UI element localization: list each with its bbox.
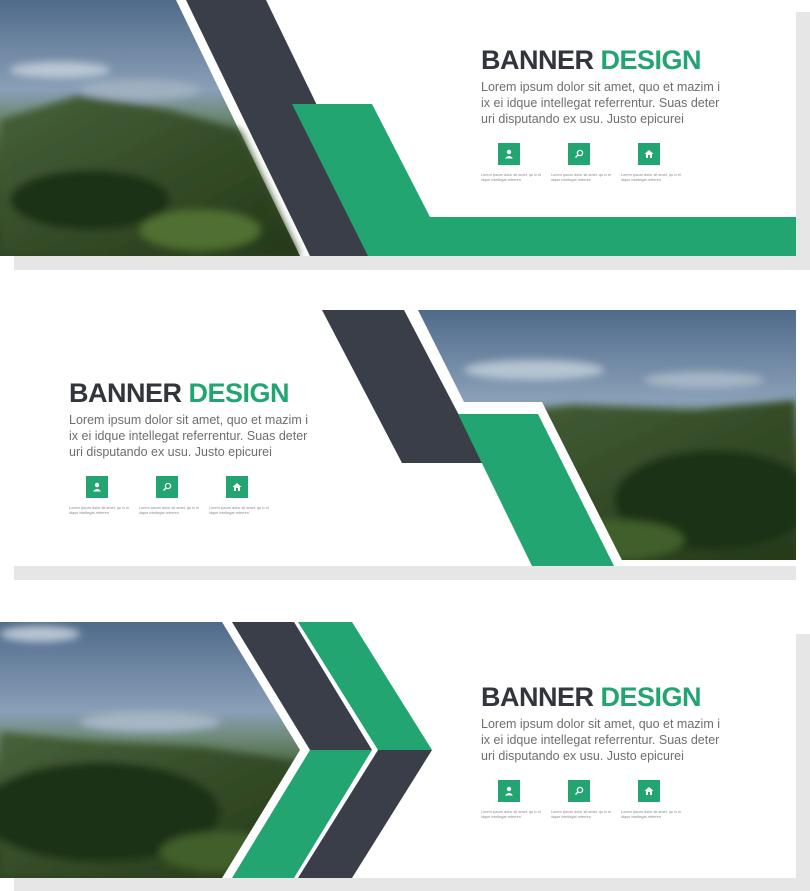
search-icon[interactable] [156, 476, 178, 498]
banner-title: BANNER DESIGN [69, 378, 319, 408]
feature-item: Lorem ipsum dolor sit amet, qu ix ei idq… [621, 143, 691, 183]
user-icon[interactable] [498, 780, 520, 802]
banner-text: BANNER DESIGN Lorem ipsum dolor sit amet… [481, 45, 731, 127]
feature-caption: Lorem ipsum dolor sit amet, qu ix ei idq… [209, 506, 269, 515]
banner-graphics [0, 0, 796, 256]
feature-caption: Lorem ipsum dolor sit amet, qu ix ei idq… [481, 173, 541, 182]
feature-item: Lorem ipsum dolor sit amet, qu ix ei idq… [551, 143, 621, 183]
feature-icons: Lorem ipsum dolor sit amet, qu ix ei idq… [481, 143, 691, 183]
search-icon[interactable] [568, 780, 590, 802]
banner-text: BANNER DESIGN Lorem ipsum dolor sit amet… [69, 378, 319, 460]
user-icon[interactable] [86, 476, 108, 498]
banner-text: BANNER DESIGN Lorem ipsum dolor sit amet… [481, 682, 731, 764]
banner-title: BANNER DESIGN [481, 45, 731, 75]
feature-item: Lorem ipsum dolor sit amet, qu ix ei idq… [69, 476, 139, 516]
banner-description: Lorem ipsum dolor sit amet, quo et mazim… [481, 80, 720, 126]
search-icon[interactable] [568, 143, 590, 165]
feature-caption: Lorem ipsum dolor sit amet, qu ix ei idq… [69, 506, 129, 515]
banner-2: BANNER DESIGN Lorem ipsum dolor sit amet… [0, 310, 810, 580]
title-accent: DESIGN [188, 378, 290, 408]
feature-item: Lorem ipsum dolor sit amet, qu ix ei idq… [139, 476, 209, 516]
feature-caption: Lorem ipsum dolor sit amet, qu ix ei idq… [139, 506, 199, 515]
feature-icons: Lorem ipsum dolor sit amet, qu ix ei idq… [481, 780, 691, 820]
feature-item: Lorem ipsum dolor sit amet, qu ix ei idq… [209, 476, 279, 516]
feature-caption: Lorem ipsum dolor sit amet, qu ix ei idq… [551, 173, 611, 182]
banner-description: Lorem ipsum dolor sit amet, quo et mazim… [69, 413, 308, 459]
feature-item: Lorem ipsum dolor sit amet, qu ix ei idq… [621, 780, 691, 820]
banner-1: BANNER DESIGN Lorem ipsum dolor sit amet… [0, 0, 810, 270]
feature-item: Lorem ipsum dolor sit amet, qu ix ei idq… [551, 780, 621, 820]
feature-caption: Lorem ipsum dolor sit amet, qu ix ei idq… [621, 173, 681, 182]
feature-caption: Lorem ipsum dolor sit amet, qu ix ei idq… [551, 810, 611, 819]
feature-item: Lorem ipsum dolor sit amet, qu ix ei idq… [481, 780, 551, 820]
home-icon[interactable] [638, 143, 660, 165]
feature-item: Lorem ipsum dolor sit amet, qu ix ei idq… [481, 143, 551, 183]
banner-title: BANNER DESIGN [481, 682, 731, 712]
home-icon[interactable] [226, 476, 248, 498]
banner-card: BANNER DESIGN Lorem ipsum dolor sit amet… [0, 622, 796, 878]
feature-icons: Lorem ipsum dolor sit amet, qu ix ei idq… [69, 476, 279, 516]
user-icon[interactable] [498, 143, 520, 165]
banner-description: Lorem ipsum dolor sit amet, quo et mazim… [481, 717, 720, 763]
banner-card: BANNER DESIGN Lorem ipsum dolor sit amet… [0, 0, 796, 256]
banner-card: BANNER DESIGN Lorem ipsum dolor sit amet… [14, 310, 796, 566]
title-main: BANNER [481, 682, 601, 712]
title-main: BANNER [69, 378, 189, 408]
feature-caption: Lorem ipsum dolor sit amet, qu ix ei idq… [481, 810, 541, 819]
home-icon[interactable] [638, 780, 660, 802]
banner-3: BANNER DESIGN Lorem ipsum dolor sit amet… [0, 622, 810, 891]
title-main: BANNER [481, 45, 601, 75]
feature-caption: Lorem ipsum dolor sit amet, qu ix ei idq… [621, 810, 681, 819]
title-accent: DESIGN [600, 682, 702, 712]
title-accent: DESIGN [600, 45, 702, 75]
